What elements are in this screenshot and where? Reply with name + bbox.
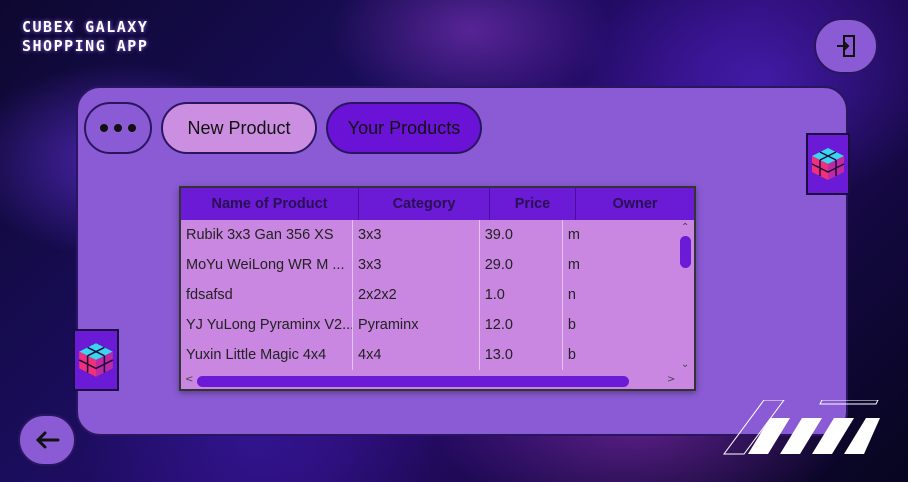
scroll-up-icon[interactable]: ⌃ [681, 222, 689, 233]
cell-name: Yuxin Little Magic 4x4 [181, 340, 354, 370]
scroll-corner [677, 373, 694, 389]
app-title-line2: SHOPPING APP [22, 37, 149, 55]
stripes-decoration [723, 400, 880, 455]
cell-category: Pyraminx [353, 310, 480, 340]
vertical-scrollbar[interactable]: ⌃ ⌄ [677, 220, 694, 373]
more-options-button[interactable] [84, 102, 152, 154]
scroll-down-icon[interactable]: ⌄ [681, 359, 689, 370]
horizontal-scrollbar[interactable]: < > [181, 373, 677, 389]
scroll-left-icon[interactable]: < [185, 374, 193, 385]
back-button[interactable] [18, 414, 76, 466]
cell-owner: b [567, 317, 576, 333]
cell-owner: m [567, 257, 580, 273]
cell-price: 12.0 [480, 310, 563, 340]
app-title-line1: CUBEX GALAXY [22, 18, 149, 36]
arrow-left-icon [35, 431, 60, 449]
cell-category: 4x4 [353, 340, 480, 370]
table-body: Rubik 3x3 Gan 356 XS 3x3 39.0 m MoYu Wei… [181, 220, 677, 373]
logout-button[interactable] [814, 18, 878, 74]
cell-category: 2x2x2 [353, 280, 480, 310]
cell-name: MoYu WeiLong WR M ... [181, 250, 354, 280]
table-row[interactable]: MoYu WeiLong WR M ... 3x3 29.0 m [181, 250, 677, 280]
dot [128, 124, 136, 132]
table-row[interactable]: fdsafsd 2x2x2 1.0 n [181, 280, 677, 310]
cell-price: 1.0 [480, 280, 563, 310]
more-dots-icon [100, 124, 108, 132]
cell-owner: b [567, 347, 576, 363]
table-row[interactable]: YJ YuLong Pyraminx V2... Pyraminx 12.0 b [181, 310, 677, 340]
cell-name: YJ YuLong Pyraminx V2... [181, 310, 354, 340]
column-header-category[interactable]: Category [359, 188, 490, 220]
column-header-name[interactable]: Name of Product [181, 188, 359, 220]
cell-category: 3x3 [353, 220, 480, 250]
scroll-right-icon[interactable]: > [667, 374, 675, 385]
table-row[interactable]: Yuxin Little Magic 4x4 4x4 13.0 b [181, 340, 677, 370]
cell-name: fdsafsd [181, 280, 354, 310]
products-table[interactable]: Name of Product Category Price Owner Rub… [179, 186, 696, 391]
rubiks-cube-icon [78, 343, 114, 377]
rubiks-cube-icon [811, 148, 845, 180]
logout-icon [837, 35, 855, 57]
cube-decoration-right [806, 133, 850, 195]
cube-decoration-left [73, 329, 119, 391]
cell-price: 29.0 [480, 250, 563, 280]
vertical-scroll-thumb[interactable] [680, 236, 691, 268]
cell-name: Rubik 3x3 Gan 356 XS [181, 220, 354, 250]
horizontal-scroll-thumb[interactable] [197, 376, 629, 387]
cell-owner: m [567, 227, 580, 243]
cell-price: 13.0 [480, 340, 563, 370]
table-header: Name of Product Category Price Owner [181, 188, 694, 220]
new-product-button[interactable]: New Product [161, 102, 317, 154]
your-products-button[interactable]: Your Products [326, 102, 482, 154]
cell-price: 39.0 [480, 220, 563, 250]
cell-category: 3x3 [353, 250, 480, 280]
column-header-price[interactable]: Price [490, 188, 576, 220]
column-header-owner[interactable]: Owner [576, 188, 694, 220]
cell-owner: n [567, 287, 576, 303]
dot [114, 124, 122, 132]
table-row[interactable]: Rubik 3x3 Gan 356 XS 3x3 39.0 m [181, 220, 677, 250]
app-title: CUBEX GALAXY SHOPPING APP [22, 18, 148, 56]
